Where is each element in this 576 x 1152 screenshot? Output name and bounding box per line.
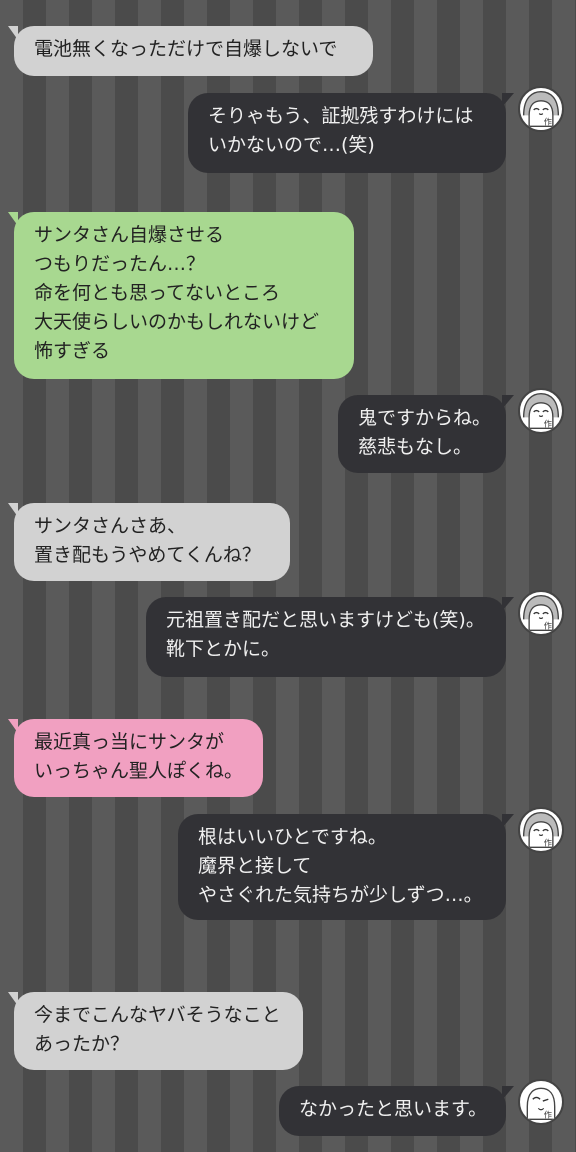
message-bubble-received: 電池無くなっただけで自爆しないで [8,26,373,76]
avatar[interactable]: 作 [518,807,564,853]
avatar[interactable]: 作 [518,388,564,434]
message-text: あったか？ [34,1033,130,1055]
writer-face-icon: 作 [522,392,560,430]
message-bubble-sent: そりゃもう、証拠残すわけには いかないので…(笑) [188,93,514,173]
message-text: 怖すぎる [34,340,111,362]
message-bubble-received: 最近真っ当にサンタが いっちゃん聖人ぽくね。 [8,719,263,797]
writer-face-icon: 作 [522,811,560,849]
message-text: 最近真っ当にサンタが [34,731,225,753]
avatar[interactable]: 作 [518,86,564,132]
message-text: いっちゃん聖人ぽくね。 [34,760,244,782]
svg-text:作: 作 [544,621,552,631]
message-bubble-received: サンタさん自爆させる つもりだったん…？ 命を何とも思ってないところ 大天使らし… [8,212,354,379]
message-text: 根はいいひとですね。 [198,826,387,848]
svg-text:作: 作 [544,838,552,848]
svg-text:作: 作 [544,1110,552,1120]
message-text: 鬼ですからね。 [358,407,492,429]
message-text: なかったと思います。 [299,1098,488,1120]
message-text: つもりだったん…？ [34,253,206,275]
message-text: いかないので…(笑) [208,134,375,156]
message-text: 電池無くなっただけで自爆しないで [34,38,338,60]
message-text: そりゃもう、証拠残すわけには [208,105,474,127]
writer-face-icon: 作 [522,594,560,632]
message-text: 今までこんなヤバそうなこと [34,1004,281,1026]
message-bubble-sent: 元祖置き配だと思いますけども(笑)。 靴下とかに。 [146,597,514,677]
writer-face-icon: 作 [526,1087,556,1121]
writer-face-icon: 作 [522,90,560,128]
message-text: 元祖置き配だと思いますけども(笑)。 [166,609,485,631]
message-text: やさぐれた気持ちが少しずつ…。 [198,884,483,906]
message-text: 慈悲もなし。 [358,436,473,458]
message-text: サンタさんさあ、 [34,515,187,537]
svg-text:作: 作 [544,419,552,429]
message-text: サンタさん自爆させる [34,224,225,246]
avatar[interactable]: 作 [518,1079,564,1125]
message-text: 靴下とかに。 [166,638,281,660]
message-bubble-received: サンタさんさあ、 置き配もうやめてくんね？ [8,503,290,581]
message-bubble-received: 今までこんなヤバそうなこと あったか？ [8,992,303,1070]
message-text: 置き配もうやめてくんね？ [34,544,261,566]
svg-text:作: 作 [544,117,552,127]
message-bubble-sent: なかったと思います。 [279,1086,514,1136]
message-text: 命を何とも思ってないところ [34,282,281,304]
message-bubble-sent: 鬼ですからね。 慈悲もなし。 [338,395,514,473]
avatar[interactable]: 作 [518,590,564,636]
message-text: 魔界と接して [198,855,312,877]
message-text: 大天使らしいのかもしれないけど [34,311,320,333]
message-bubble-sent: 根はいいひとですね。 魔界と接して やさぐれた気持ちが少しずつ…。 [178,814,514,920]
